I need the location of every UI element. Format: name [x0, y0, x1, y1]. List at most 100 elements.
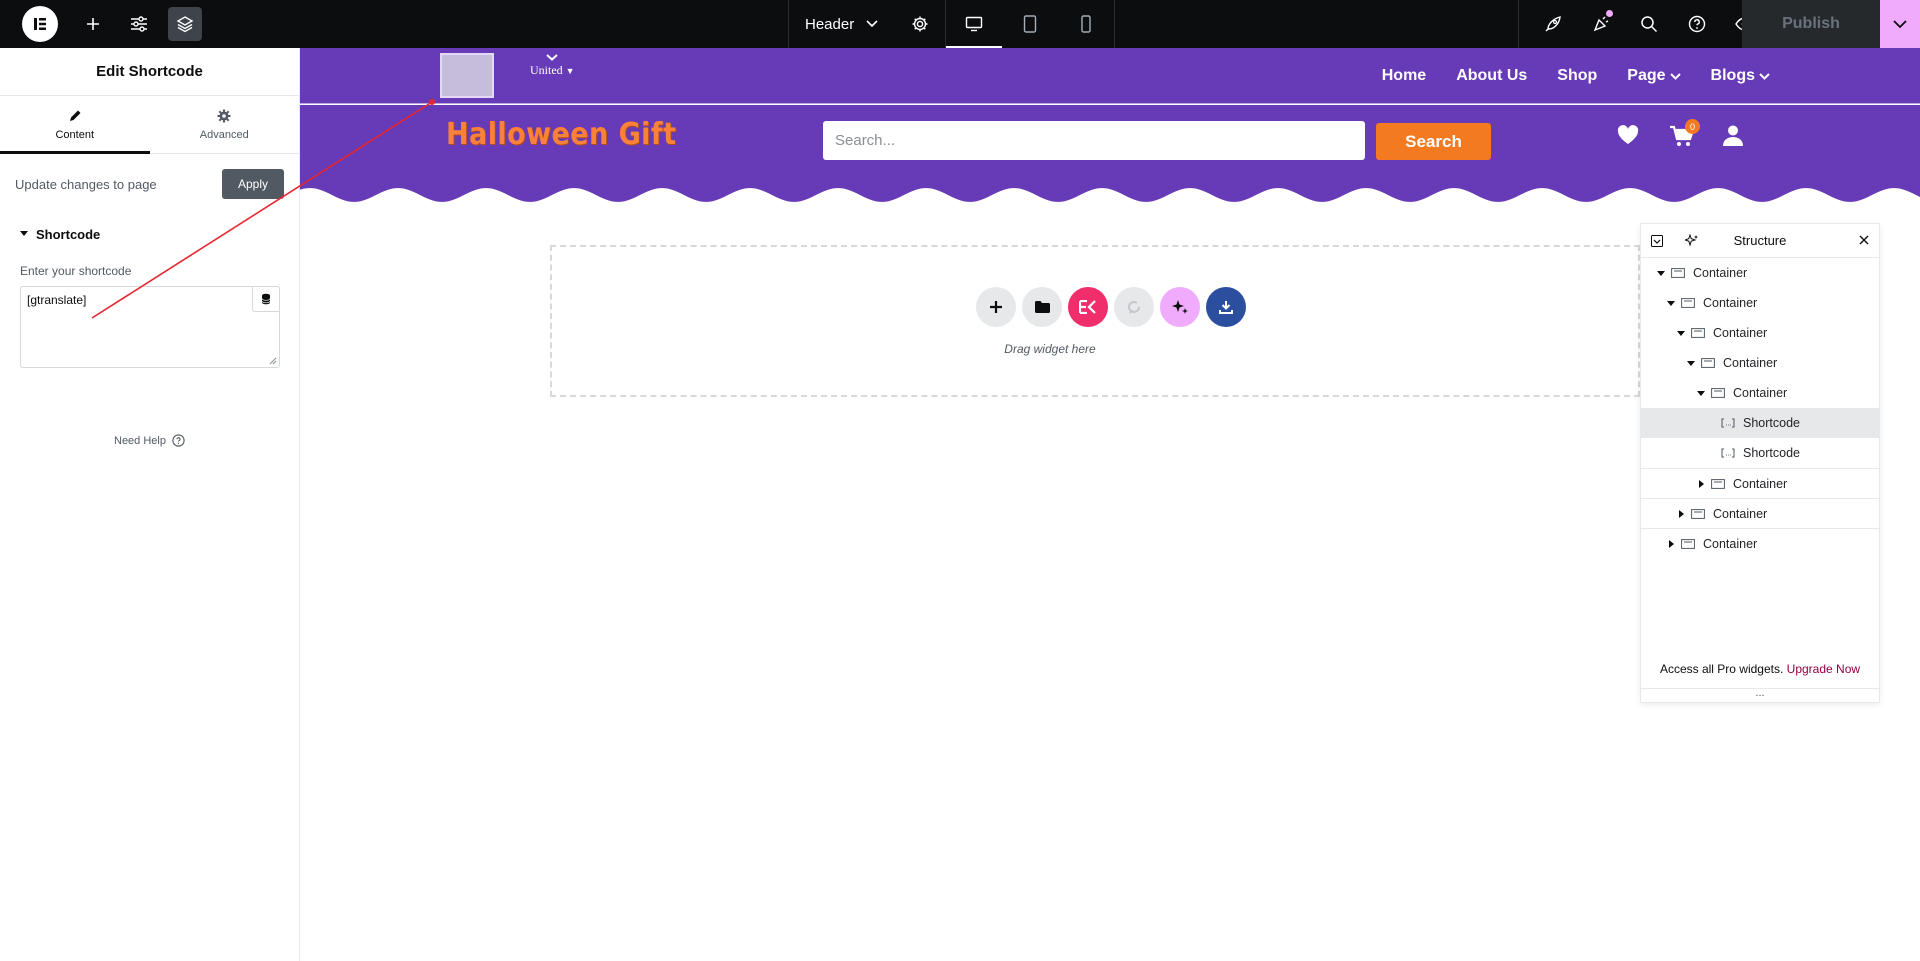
nav-item-page[interactable]: Page	[1627, 67, 1681, 85]
structure-item-label: Container	[1733, 476, 1788, 491]
section-title: Shortcode	[36, 226, 101, 242]
main-navigation: Home About Us Shop Page Blogs	[1382, 48, 1770, 104]
resize-handle-icon[interactable]: ...	[1641, 688, 1879, 702]
chevron-down-icon	[1759, 72, 1770, 80]
chevron-down-icon	[546, 54, 558, 61]
tab-content-label: Content	[55, 128, 95, 141]
container-icon	[1681, 298, 1695, 308]
structure-item-shortcode[interactable]: Shortcode	[1641, 408, 1879, 438]
nav-item-label: Page	[1627, 67, 1666, 84]
structure-item-container[interactable]: Container	[1641, 348, 1879, 378]
language-selector[interactable]: United ▼	[530, 54, 575, 78]
site-settings-icon[interactable]	[122, 7, 156, 41]
pencil-icon	[69, 110, 81, 121]
drop-zone-text: Drag widget here	[1004, 342, 1096, 356]
structure-item-container[interactable]: Container	[1641, 258, 1879, 288]
structure-title: Structure	[1733, 233, 1787, 248]
structure-item-container[interactable]: Container	[1641, 318, 1879, 348]
mobile-view-icon[interactable]	[1058, 0, 1114, 48]
caret-right-icon[interactable]	[1675, 509, 1687, 518]
structure-item-container[interactable]: Container	[1641, 288, 1879, 318]
close-icon[interactable]	[1859, 235, 1869, 245]
nav-item-about-us[interactable]: About Us	[1456, 67, 1527, 85]
resize-grip-icon[interactable]	[269, 357, 277, 365]
structure-item-container[interactable]: Container	[1641, 528, 1879, 558]
update-changes-text: Update changes to page	[15, 176, 157, 192]
chevron-down-icon	[1669, 72, 1681, 80]
structure-item-shortcode[interactable]: Shortcode	[1641, 438, 1879, 468]
search-icon[interactable]	[1625, 0, 1673, 48]
document-settings-icon[interactable]	[894, 0, 947, 48]
tablet-view-icon[interactable]	[1002, 0, 1058, 48]
tab-content[interactable]: Content	[0, 96, 150, 154]
add-element-icon[interactable]	[76, 7, 110, 41]
site-search-button[interactable]: Search	[1376, 123, 1491, 160]
elementskit-button[interactable]	[1068, 287, 1108, 327]
nav-item-label: Blogs	[1710, 67, 1755, 84]
refresh-button[interactable]	[1114, 287, 1154, 327]
whats-new-icon[interactable]	[1577, 0, 1625, 48]
cart-icon[interactable]: 0	[1669, 119, 1700, 147]
container-icon	[1711, 478, 1725, 489]
wishlist-heart-icon[interactable]	[1617, 125, 1639, 145]
structure-item-label: Shortcode	[1743, 446, 1800, 460]
document-selector[interactable]: Header	[788, 0, 894, 48]
elementor-logo-icon[interactable]	[22, 6, 58, 42]
add-template-button[interactable]	[1022, 287, 1062, 327]
structure-item-container[interactable]: Container	[1641, 498, 1879, 528]
nav-item-blogs[interactable]: Blogs	[1711, 67, 1770, 85]
tab-advanced[interactable]: Advanced	[150, 96, 300, 153]
publish-button[interactable]: Publish	[1742, 0, 1880, 48]
chevron-down-icon: ▼	[565, 66, 575, 76]
caret-down-icon[interactable]	[1675, 329, 1687, 337]
structure-item-label: Container	[1693, 266, 1748, 280]
shortcode-field-label: Enter your shortcode	[20, 264, 132, 278]
caret-right-icon[interactable]	[1695, 479, 1707, 488]
help-icon[interactable]	[1673, 0, 1721, 48]
site-search-input[interactable]: Search...	[823, 121, 1365, 160]
user-account-icon[interactable]	[1723, 125, 1743, 146]
structure-tree: Container Container Container Container Cont…	[1641, 258, 1879, 558]
apply-button[interactable]: Apply	[221, 169, 284, 199]
language-flag-placeholder[interactable]	[440, 53, 494, 98]
shortcode-textarea[interactable]: [gtranslate]	[20, 286, 280, 368]
add-section-button[interactable]	[976, 287, 1016, 327]
gear-icon	[217, 109, 231, 122]
caret-down-icon[interactable]	[1685, 359, 1697, 367]
plus-icon	[990, 301, 1002, 313]
structure-layers-icon[interactable]	[168, 7, 202, 41]
container-icon	[1671, 268, 1685, 278]
structure-item-container[interactable]: Container	[1641, 378, 1879, 408]
caret-down-icon[interactable]	[1695, 389, 1707, 397]
sparkles-icon	[1172, 300, 1188, 314]
chevron-down-icon	[866, 20, 878, 28]
language-label: United	[530, 63, 563, 77]
container-icon	[1701, 358, 1715, 368]
rocket-icon[interactable]	[1529, 0, 1577, 48]
tab-advanced-label: Advanced	[199, 128, 249, 141]
structure-item-label: Container	[1733, 386, 1788, 400]
top-bar: Header Publish	[0, 0, 1920, 48]
nav-item-home[interactable]: Home	[1382, 67, 1426, 85]
shortcode-icon	[1721, 448, 1735, 458]
site-brand-logo[interactable]: Halloween Gift	[446, 117, 676, 152]
need-help-link[interactable]: Need Help	[0, 434, 299, 447]
publish-options-chevron-icon[interactable]	[1880, 0, 1920, 48]
nav-item-label: About Us	[1456, 67, 1528, 84]
shortcode-section-toggle[interactable]: Shortcode	[0, 214, 299, 254]
pro-upsell: Access all Pro widgets. Upgrade Now	[1641, 662, 1879, 676]
site-header: Halloween Gift Search... Search 0	[300, 105, 1920, 177]
desktop-view-icon[interactable]	[946, 0, 1003, 48]
container-icon	[1691, 508, 1705, 519]
nav-item-shop[interactable]: Shop	[1557, 67, 1597, 85]
upgrade-now-link[interactable]: Upgrade Now	[1787, 662, 1860, 676]
caret-right-icon[interactable]	[1665, 539, 1677, 548]
structure-item-container[interactable]: Container	[1641, 468, 1879, 498]
folder-icon	[1034, 301, 1050, 313]
dynamic-tags-icon[interactable]	[252, 286, 280, 312]
caret-down-icon[interactable]	[1655, 269, 1667, 277]
container-icon	[1691, 328, 1705, 338]
ai-generate-button[interactable]	[1160, 287, 1200, 327]
caret-down-icon[interactable]	[1665, 299, 1677, 307]
import-button[interactable]	[1206, 287, 1246, 327]
